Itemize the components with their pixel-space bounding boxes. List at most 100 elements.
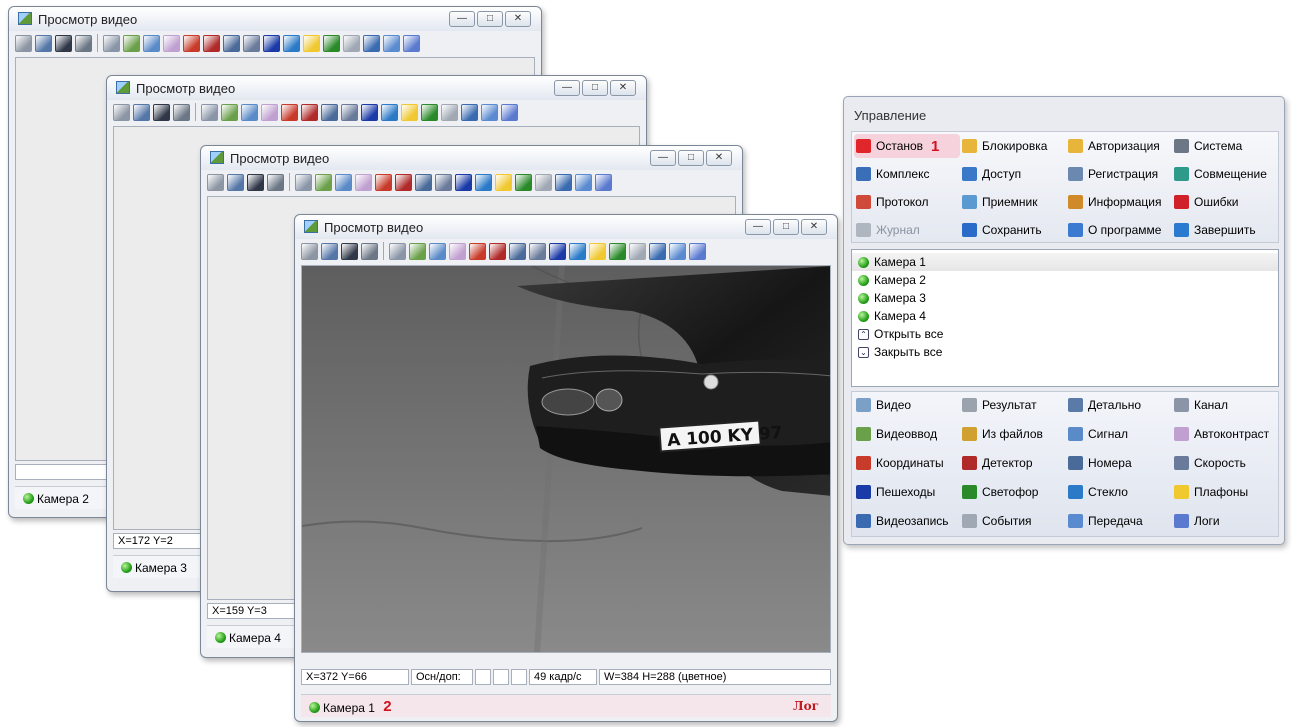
traffic-light-tool-icon[interactable] [421, 103, 438, 121]
control-action-item[interactable]: Авторизация [1068, 134, 1174, 158]
view-option-item[interactable]: Пешеходы [856, 480, 962, 504]
view-option-item[interactable]: Стекло [1068, 480, 1174, 504]
pedestrian-tool-icon[interactable] [361, 103, 378, 121]
window-titlebar[interactable]: Просмотр видео — □ ✕ [295, 215, 837, 239]
control-action-item[interactable]: Совмещение [1174, 162, 1280, 186]
detector-tool-icon[interactable] [489, 242, 506, 260]
channel-tool-icon[interactable] [103, 34, 120, 52]
view-option-item[interactable]: Видеоввод [856, 422, 962, 446]
bell-tool-icon[interactable] [629, 242, 646, 260]
maximize-button[interactable]: □ [582, 80, 608, 96]
view-option-item[interactable]: Логи [1174, 509, 1280, 533]
zoom-tool-icon[interactable] [227, 173, 244, 191]
video-input-tool-icon[interactable] [221, 103, 238, 121]
bulb-tool-icon[interactable] [303, 34, 320, 52]
plates-tool-icon[interactable] [509, 242, 526, 260]
control-action-item[interactable]: Завершить [1174, 218, 1280, 242]
control-action-item[interactable]: Сохранить [962, 218, 1068, 242]
close-button[interactable]: ✕ [610, 80, 636, 96]
result-tool-icon[interactable] [207, 173, 224, 191]
text-tool-icon[interactable] [341, 242, 358, 260]
recording-tool-icon[interactable] [363, 34, 380, 52]
transfer-tool-icon[interactable] [383, 34, 400, 52]
control-action-item[interactable]: Доступ [962, 162, 1068, 186]
control-action-item[interactable]: Протокол [856, 190, 962, 214]
text-tool-icon[interactable] [153, 103, 170, 121]
speed-tool-icon[interactable] [341, 103, 358, 121]
close-button[interactable]: ✕ [801, 219, 827, 235]
speed-tool-icon[interactable] [435, 173, 452, 191]
channel-tool-icon[interactable] [295, 173, 312, 191]
view-option-item[interactable]: Передача [1068, 509, 1174, 533]
recording-tool-icon[interactable] [461, 103, 478, 121]
autocontrast-tool-icon[interactable] [261, 103, 278, 121]
logs-tool-icon[interactable] [501, 103, 518, 121]
coordinates-tool-icon[interactable] [281, 103, 298, 121]
camera-list-item[interactable]: Камера 2 [852, 271, 1278, 289]
channel-tool-icon[interactable] [389, 242, 406, 260]
zoom-tool-icon[interactable] [321, 242, 338, 260]
signal-tool-icon[interactable] [241, 103, 258, 121]
view-option-item[interactable]: Канал [1174, 393, 1280, 417]
system-tool-icon[interactable] [75, 34, 92, 52]
window-titlebar[interactable]: Просмотр видео — □ ✕ [9, 7, 541, 31]
view-option-item[interactable]: Видео [856, 393, 962, 417]
view-option-item[interactable]: Результат [962, 393, 1068, 417]
coordinates-tool-icon[interactable] [183, 34, 200, 52]
plates-tool-icon[interactable] [321, 103, 338, 121]
view-option-item[interactable]: Из файлов [962, 422, 1068, 446]
video-frame[interactable]: A 100 KY 97 [301, 265, 831, 653]
video-input-tool-icon[interactable] [123, 34, 140, 52]
view-option-item[interactable]: Номера [1068, 451, 1174, 475]
detector-tool-icon[interactable] [301, 103, 318, 121]
bell-tool-icon[interactable] [343, 34, 360, 52]
signal-tool-icon[interactable] [429, 242, 446, 260]
minimize-button[interactable]: — [745, 219, 771, 235]
view-option-item[interactable]: Видеозапись [856, 509, 962, 533]
logs-tool-icon[interactable] [595, 173, 612, 191]
camera-label[interactable]: Камера 3 [135, 561, 187, 575]
system-tool-icon[interactable] [173, 103, 190, 121]
autocontrast-tool-icon[interactable] [449, 242, 466, 260]
plates-tool-icon[interactable] [415, 173, 432, 191]
video-input-tool-icon[interactable] [315, 173, 332, 191]
channel-tool-icon[interactable] [201, 103, 218, 121]
speed-tool-icon[interactable] [529, 242, 546, 260]
recording-tool-icon[interactable] [649, 242, 666, 260]
camera-list[interactable]: Камера 1 Камера 2 Камера 3 Камера 4 ⌃ Отк… [851, 249, 1279, 387]
minimize-button[interactable]: — [449, 11, 475, 27]
detector-tool-icon[interactable] [203, 34, 220, 52]
glass-tool-icon[interactable] [569, 242, 586, 260]
pedestrian-tool-icon[interactable] [549, 242, 566, 260]
view-option-item[interactable]: Координаты [856, 451, 962, 475]
recording-tool-icon[interactable] [555, 173, 572, 191]
view-option-item[interactable]: Скорость [1174, 451, 1280, 475]
minimize-button[interactable]: — [650, 150, 676, 166]
pedestrian-tool-icon[interactable] [455, 173, 472, 191]
maximize-button[interactable]: □ [773, 219, 799, 235]
control-action-item[interactable]: Приемник [962, 190, 1068, 214]
camera-label[interactable]: Камера 2 [37, 492, 89, 506]
glass-tool-icon[interactable] [283, 34, 300, 52]
zoom-tool-icon[interactable] [35, 34, 52, 52]
text-tool-icon[interactable] [55, 34, 72, 52]
window-titlebar[interactable]: Просмотр видео — □ ✕ [201, 146, 742, 170]
result-tool-icon[interactable] [301, 242, 318, 260]
control-action-item[interactable]: Блокировка [962, 134, 1068, 158]
view-option-item[interactable]: Детектор [962, 451, 1068, 475]
signal-tool-icon[interactable] [143, 34, 160, 52]
window-titlebar[interactable]: Просмотр видео — □ ✕ [107, 76, 646, 100]
view-option-item[interactable]: Светофор [962, 480, 1068, 504]
transfer-tool-icon[interactable] [669, 242, 686, 260]
autocontrast-tool-icon[interactable] [163, 34, 180, 52]
close-button[interactable]: ✕ [505, 11, 531, 27]
control-action-item[interactable]: Останов 1 [856, 134, 962, 158]
open-all-item[interactable]: ⌃ Открыть все [852, 325, 1278, 343]
transfer-tool-icon[interactable] [481, 103, 498, 121]
result-tool-icon[interactable] [113, 103, 130, 121]
control-action-item[interactable]: Информация [1068, 190, 1174, 214]
zoom-tool-icon[interactable] [133, 103, 150, 121]
control-action-item[interactable]: Регистрация [1068, 162, 1174, 186]
control-action-item[interactable]: Комплекс [856, 162, 962, 186]
transfer-tool-icon[interactable] [575, 173, 592, 191]
